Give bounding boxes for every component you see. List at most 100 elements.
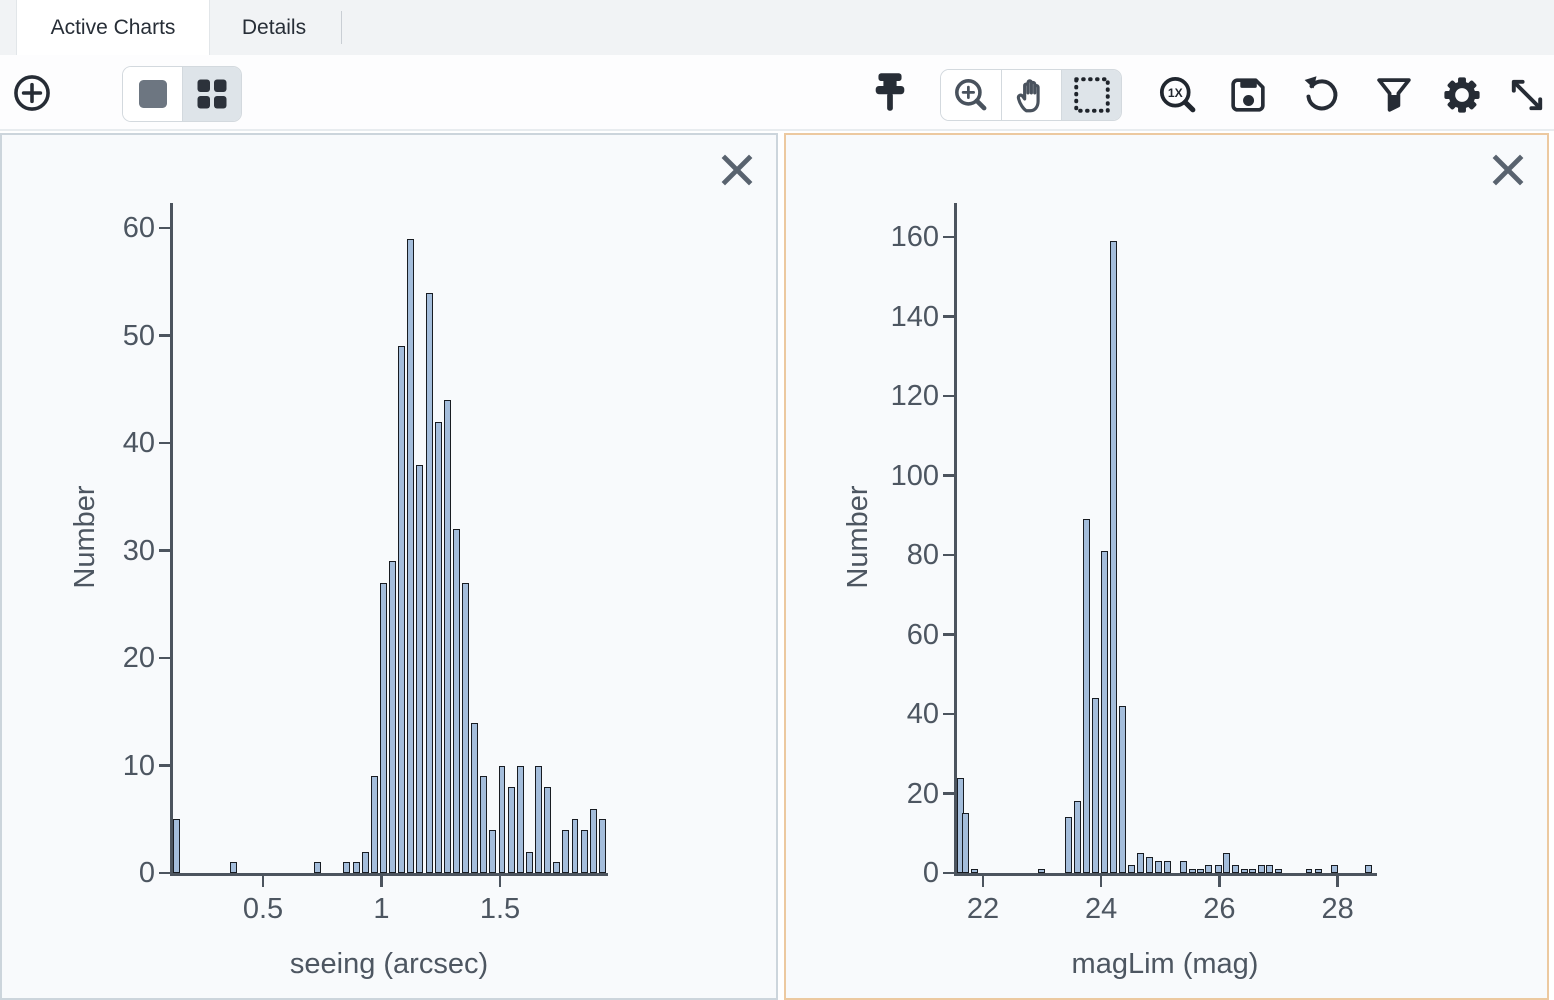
histogram-bar [499,766,506,874]
histogram-bar [435,422,442,874]
x-tick-mark [1336,876,1339,887]
close-chart-button[interactable] [1491,153,1525,187]
save-chart-button[interactable] [1224,71,1272,119]
close-chart-button[interactable] [720,153,754,187]
x-tick-label: 1 [332,892,432,926]
histogram-bar [362,852,369,874]
histogram-bar [1205,865,1212,873]
y-tick-mark [159,227,170,230]
single-layout-button[interactable] [123,67,182,121]
histogram-bar [353,862,360,873]
filter-icon [1372,73,1416,117]
histogram-bar [1128,865,1135,873]
y-tick-mark [159,657,170,660]
histogram-bar [389,561,396,873]
histogram-bar [1266,865,1273,873]
y-tick-mark [943,474,954,477]
y-tick-mark [943,236,954,239]
zoom-in-icon [950,74,992,116]
x-tick-label: 1.5 [450,892,550,926]
y-tick-label: 40 [847,697,939,731]
histogram-bar [1258,865,1265,873]
histogram-bar [1092,698,1099,873]
y-tick-label: 50 [63,319,155,353]
pan-mode-button[interactable] [1001,70,1061,120]
x-tick-label: 24 [1051,892,1151,926]
y-tick-mark [943,872,954,875]
tab-label: Active Charts [51,16,176,40]
tab-divider [341,11,342,44]
zoom-in-mode-button[interactable] [941,70,1001,120]
y-tick-label: 10 [63,749,155,783]
y-tick-label: 100 [847,459,939,493]
histogram-bar [1365,865,1372,873]
histogram-bar [526,852,533,874]
close-icon [1491,153,1525,187]
histogram-bar [416,465,423,874]
layout-toggle [122,66,242,122]
add-chart-icon [11,72,53,114]
charts-app: Active Charts Details [0,0,1554,1000]
histogram-bar [380,583,387,873]
y-tick-label: 60 [63,211,155,245]
histogram-bar [1119,706,1126,873]
histogram-bar [462,583,469,873]
refresh-chart-button[interactable] [1298,71,1346,119]
y-axis-line [954,203,957,876]
x-axis-title: magLim (mag) [965,948,1365,981]
expand-icon [1505,73,1549,117]
refresh-icon [1300,73,1344,117]
y-tick-label: 20 [847,777,939,811]
y-axis-line [170,203,173,876]
histogram-bar [1146,857,1153,873]
histogram-bar [371,776,378,873]
histogram-bar [489,830,496,873]
chart-toolbar: 1X [0,55,1554,131]
chart-panel-maglim[interactable]: magLim (mag) Number 02040608010012014016… [784,133,1549,1000]
histogram-bar [1101,551,1108,873]
tab-active-charts[interactable]: Active Charts [16,0,210,55]
pan-hand-icon [1011,74,1053,116]
x-tick-label: 26 [1169,892,1269,926]
histogram-bar [1137,853,1144,873]
y-tick-label: 0 [847,856,939,890]
x-tick-mark [499,876,502,887]
x-axis-line [954,873,1377,876]
svg-text:1X: 1X [1168,86,1183,100]
y-tick-mark [159,442,170,445]
zoom-original-button[interactable]: 1X [1154,71,1202,119]
y-tick-label: 80 [847,538,939,572]
histogram-bar [1331,865,1338,873]
histogram-bar [590,809,597,874]
histogram-bar [230,862,237,873]
histogram-bar [599,819,606,873]
settings-gear-icon [1440,73,1484,117]
expand-chart-button[interactable] [1503,71,1551,119]
add-chart-button[interactable] [10,71,54,115]
pin-icon [868,70,912,114]
x-tick-mark [1100,876,1103,887]
y-tick-mark [943,633,954,636]
grid-layout-button[interactable] [182,67,241,121]
histogram-bar [508,787,515,873]
pin-chart-button[interactable] [866,68,914,116]
tab-label: Details [242,16,306,40]
histogram-bar [453,529,460,873]
y-tick-label: 140 [847,300,939,334]
single-layout-icon [133,74,173,114]
y-tick-mark [943,554,954,557]
histogram-bar [343,862,350,873]
histogram-bar [398,346,405,873]
box-select-icon [1071,74,1113,116]
chart-settings-button[interactable] [1438,71,1486,119]
tab-details[interactable]: Details [209,0,339,55]
histogram-bar [1110,241,1117,873]
x-tick-mark [262,876,265,887]
box-select-mode-button[interactable] [1061,70,1121,120]
close-icon [720,153,754,187]
histogram-bar [444,400,451,873]
chart-panel-seeing[interactable]: seeing (arcsec) Number 01020304050600.51… [0,133,778,1000]
histogram-bar [1074,801,1081,873]
filter-chart-button[interactable] [1370,71,1418,119]
histogram-bar [426,293,433,874]
